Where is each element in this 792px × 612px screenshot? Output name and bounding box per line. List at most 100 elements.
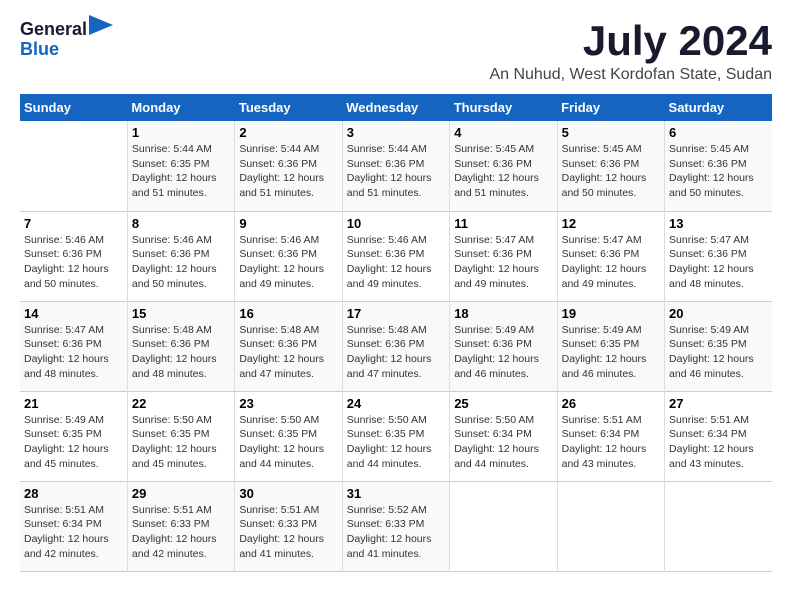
day-info: Sunrise: 5:51 AM Sunset: 6:34 PM Dayligh… [669,413,768,472]
location-subtitle: An Nuhud, West Kordofan State, Sudan [489,66,772,84]
calendar-cell [450,481,557,571]
day-number: 6 [669,125,768,140]
calendar-week-row: 21Sunrise: 5:49 AM Sunset: 6:35 PM Dayli… [20,391,772,481]
day-info: Sunrise: 5:49 AM Sunset: 6:36 PM Dayligh… [454,323,552,382]
day-info: Sunrise: 5:46 AM Sunset: 6:36 PM Dayligh… [239,233,337,292]
day-number: 1 [132,125,230,140]
day-number: 8 [132,216,230,231]
calendar-cell: 1 Sunrise: 5:44 AM Sunset: 6:35 PM Daylig… [127,121,234,211]
title-block: July 2024 An Nuhud, West Kordofan State,… [489,20,772,84]
day-number: 20 [669,306,768,321]
day-info: Sunrise: 5:46 AM Sunset: 6:36 PM Dayligh… [24,233,123,292]
calendar-cell: 16 Sunrise: 5:48 AM Sunset: 6:36 PM Dayli… [235,301,342,391]
day-number: 28 [24,486,123,501]
calendar-cell: 13 Sunrise: 5:47 AM Sunset: 6:36 PM Dayli… [665,211,772,301]
calendar-cell: 15 Sunrise: 5:48 AM Sunset: 6:36 PM Dayli… [127,301,234,391]
day-of-week-header: Monday [127,94,234,121]
day-info: Sunrise: 5:45 AM Sunset: 6:36 PM Dayligh… [669,142,768,201]
calendar-cell: 10 Sunrise: 5:46 AM Sunset: 6:36 PM Dayli… [342,211,449,301]
day-info: Sunrise: 5:48 AM Sunset: 6:36 PM Dayligh… [132,323,230,382]
calendar-cell: 8Sunrise: 5:46 AM Sunset: 6:36 PM Daylig… [127,211,234,301]
day-info: Sunrise: 5:46 AM Sunset: 6:36 PM Dayligh… [347,233,445,292]
calendar-cell: 6 Sunrise: 5:45 AM Sunset: 6:36 PM Daylig… [665,121,772,211]
day-number: 31 [347,486,445,501]
day-info: Sunrise: 5:51 AM Sunset: 6:33 PM Dayligh… [239,503,337,562]
day-info: Sunrise: 5:44 AM Sunset: 6:35 PM Dayligh… [132,142,230,201]
calendar-cell [665,481,772,571]
calendar-body: 1 Sunrise: 5:44 AM Sunset: 6:35 PM Daylig… [20,121,772,571]
day-info: Sunrise: 5:45 AM Sunset: 6:36 PM Dayligh… [562,142,660,201]
day-number: 19 [562,306,660,321]
day-of-week-header: Tuesday [235,94,342,121]
day-info: Sunrise: 5:51 AM Sunset: 6:33 PM Dayligh… [132,503,230,562]
day-number: 16 [239,306,337,321]
logo-blue: Blue [20,40,113,60]
day-info: Sunrise: 5:47 AM Sunset: 6:36 PM Dayligh… [562,233,660,292]
day-of-week-header: Thursday [450,94,557,121]
calendar-cell: 29 Sunrise: 5:51 AM Sunset: 6:33 PM Dayli… [127,481,234,571]
day-number: 2 [239,125,337,140]
day-info: Sunrise: 5:49 AM Sunset: 6:35 PM Dayligh… [562,323,660,382]
calendar-cell: 17Sunrise: 5:48 AM Sunset: 6:36 PM Dayli… [342,301,449,391]
day-number: 11 [454,216,552,231]
calendar-cell: 25 Sunrise: 5:50 AM Sunset: 6:34 PM Dayli… [450,391,557,481]
day-info: Sunrise: 5:50 AM Sunset: 6:35 PM Dayligh… [132,413,230,472]
calendar-header-row: SundayMondayTuesdayWednesdayThursdayFrid… [20,94,772,121]
day-number: 5 [562,125,660,140]
day-number: 7 [24,216,123,231]
calendar-cell: 21Sunrise: 5:49 AM Sunset: 6:35 PM Dayli… [20,391,127,481]
day-number: 14 [24,306,123,321]
calendar-week-row: 14 Sunrise: 5:47 AM Sunset: 6:36 PM Dayli… [20,301,772,391]
calendar-cell: 28 Sunrise: 5:51 AM Sunset: 6:34 PM Dayli… [20,481,127,571]
day-number: 3 [347,125,445,140]
day-info: Sunrise: 5:50 AM Sunset: 6:35 PM Dayligh… [347,413,445,472]
day-number: 25 [454,396,552,411]
day-of-week-header: Friday [557,94,664,121]
day-info: Sunrise: 5:51 AM Sunset: 6:34 PM Dayligh… [562,413,660,472]
calendar-cell: 20 Sunrise: 5:49 AM Sunset: 6:35 PM Dayli… [665,301,772,391]
calendar-cell: 7 Sunrise: 5:46 AM Sunset: 6:36 PM Daylig… [20,211,127,301]
calendar-week-row: 28 Sunrise: 5:51 AM Sunset: 6:34 PM Dayli… [20,481,772,571]
day-info: Sunrise: 5:48 AM Sunset: 6:36 PM Dayligh… [239,323,337,382]
calendar-cell: 19 Sunrise: 5:49 AM Sunset: 6:35 PM Dayli… [557,301,664,391]
day-of-week-header: Saturday [665,94,772,121]
day-number: 15 [132,306,230,321]
calendar-cell: 5 Sunrise: 5:45 AM Sunset: 6:36 PM Daylig… [557,121,664,211]
day-info: Sunrise: 5:47 AM Sunset: 6:36 PM Dayligh… [669,233,768,292]
day-info: Sunrise: 5:44 AM Sunset: 6:36 PM Dayligh… [347,142,445,201]
day-info: Sunrise: 5:48 AM Sunset: 6:36 PM Dayligh… [347,323,445,382]
logo-text: General Blue [20,20,113,60]
day-number: 13 [669,216,768,231]
calendar-cell: 18Sunrise: 5:49 AM Sunset: 6:36 PM Dayli… [450,301,557,391]
day-info: Sunrise: 5:47 AM Sunset: 6:36 PM Dayligh… [24,323,123,382]
day-of-week-header: Wednesday [342,94,449,121]
day-of-week-header: Sunday [20,94,127,121]
day-number: 30 [239,486,337,501]
day-number: 27 [669,396,768,411]
logo: General Blue [20,20,113,60]
day-number: 10 [347,216,445,231]
page-header: General Blue July 2024 An Nuhud, West Ko… [20,20,772,84]
day-info: Sunrise: 5:51 AM Sunset: 6:34 PM Dayligh… [24,503,123,562]
calendar-cell: 30 Sunrise: 5:51 AM Sunset: 6:33 PM Dayli… [235,481,342,571]
day-number: 4 [454,125,552,140]
day-number: 29 [132,486,230,501]
calendar-cell: 12Sunrise: 5:47 AM Sunset: 6:36 PM Dayli… [557,211,664,301]
calendar-cell: 2 Sunrise: 5:44 AM Sunset: 6:36 PM Daylig… [235,121,342,211]
day-info: Sunrise: 5:50 AM Sunset: 6:34 PM Dayligh… [454,413,552,472]
calendar-cell: 27 Sunrise: 5:51 AM Sunset: 6:34 PM Dayli… [665,391,772,481]
day-info: Sunrise: 5:50 AM Sunset: 6:35 PM Dayligh… [239,413,337,472]
calendar-cell: 14 Sunrise: 5:47 AM Sunset: 6:36 PM Dayli… [20,301,127,391]
calendar-week-row: 7 Sunrise: 5:46 AM Sunset: 6:36 PM Daylig… [20,211,772,301]
day-number: 24 [347,396,445,411]
logo-general: General [20,20,87,40]
day-number: 22 [132,396,230,411]
calendar-cell [557,481,664,571]
day-info: Sunrise: 5:49 AM Sunset: 6:35 PM Dayligh… [669,323,768,382]
day-info: Sunrise: 5:47 AM Sunset: 6:36 PM Dayligh… [454,233,552,292]
day-number: 21 [24,396,123,411]
calendar-table: SundayMondayTuesdayWednesdayThursdayFrid… [20,94,772,572]
day-number: 9 [239,216,337,231]
month-title: July 2024 [489,20,772,62]
day-info: Sunrise: 5:44 AM Sunset: 6:36 PM Dayligh… [239,142,337,201]
